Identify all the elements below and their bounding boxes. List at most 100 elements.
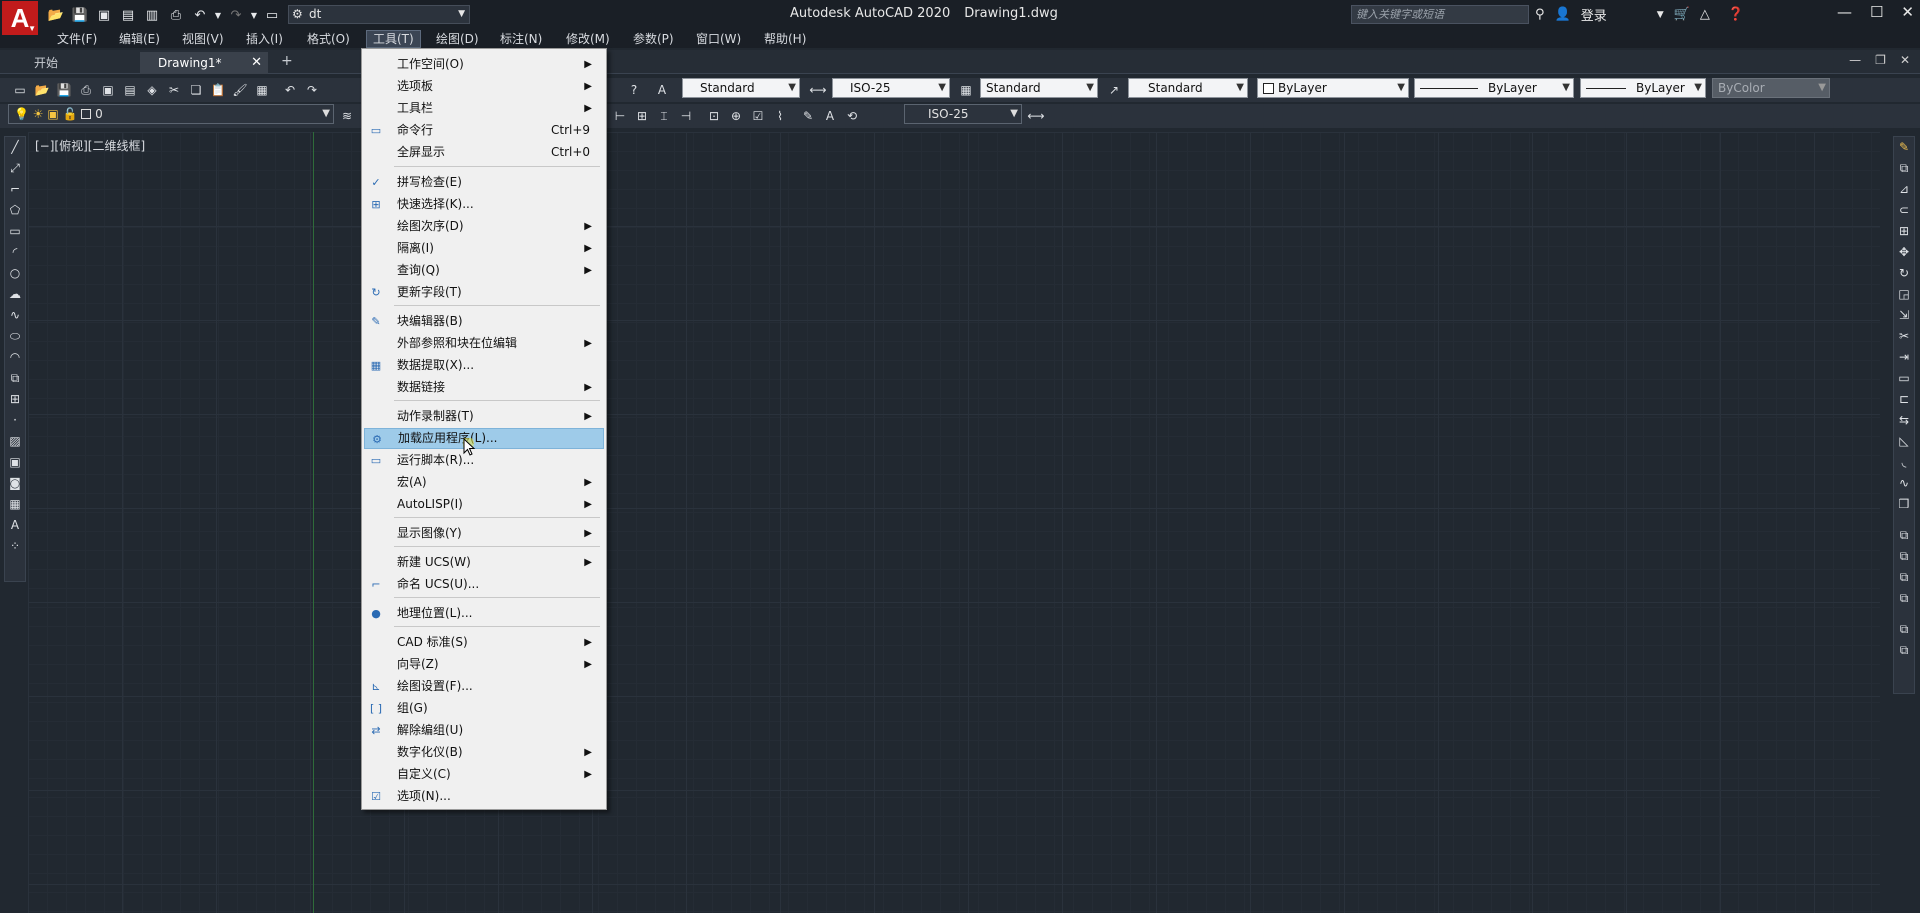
tools-menu-item[interactable]: ⚙ 加载应用程序(L)... [364, 428, 604, 449]
hatch-icon[interactable]: ▨ [5, 431, 25, 452]
dim-baseline-icon[interactable]: ⊢ [610, 107, 630, 125]
mleader-style-icon[interactable]: ↗ [1104, 81, 1124, 99]
close-icon[interactable]: ✕ [1901, 3, 1914, 21]
save-icon[interactable]: 💾 [54, 81, 74, 99]
application-menu-button[interactable]: A ▼ [2, 1, 38, 35]
tools-menu-item[interactable]: 新建 UCS(W) ▶ [364, 552, 604, 573]
join-icon[interactable]: ⇆ [1894, 410, 1914, 431]
color-select[interactable]: ByLayer ▼ [1257, 78, 1409, 98]
menu-insert[interactable]: 插入(I) [240, 30, 289, 48]
array-icon[interactable]: ⊞ [1894, 221, 1914, 242]
redo-dropdown-icon[interactable]: ▼ [250, 5, 258, 25]
copy-icon[interactable]: ❏ [186, 81, 206, 99]
dim-space-icon[interactable]: ⌶ [654, 107, 674, 125]
undo-icon[interactable]: ↶ [190, 5, 210, 25]
tools-menu-item[interactable]: CAD 标准(S) ▶ [364, 632, 604, 653]
redo-icon[interactable]: ↷ [302, 81, 322, 99]
jogged-linear-icon[interactable]: ⌇ [770, 107, 790, 125]
login-button[interactable]: 登录 [1581, 5, 1607, 24]
draworder-front-icon[interactable]: ⧉ [1894, 525, 1914, 546]
redo-icon[interactable]: ↷ [226, 5, 246, 25]
tools-menu-item[interactable]: 选项板 ▶ [364, 76, 604, 97]
menu-edit[interactable]: 编辑(E) [113, 30, 166, 48]
new-icon[interactable]: ▭ [10, 81, 30, 99]
dim-update-icon[interactable]: ⟲ [842, 107, 862, 125]
text-front-icon[interactable]: ⧉ [1894, 619, 1914, 640]
arc-icon[interactable]: ◜ [5, 242, 25, 263]
linetype-select[interactable]: ByLayer ▼ [1414, 78, 1574, 98]
tools-menu-item[interactable]: 隔离(I) ▶ [364, 238, 604, 259]
make-block-icon[interactable]: ⊞ [5, 389, 25, 410]
tools-menu-item[interactable]: ↻ 更新字段(T) [364, 282, 604, 303]
offset-icon[interactable]: ⊂ [1894, 200, 1914, 221]
help-icon[interactable]: ? [624, 81, 644, 99]
save-as-icon[interactable]: ▣ [94, 5, 114, 25]
text-style-icon[interactable]: A [652, 81, 672, 99]
tools-menu-item[interactable]: 数据链接 ▶ [364, 377, 604, 398]
tools-menu-item[interactable]: ▭ 运行脚本(R)... [364, 450, 604, 471]
menu-file[interactable]: 文件(F) [51, 30, 103, 48]
drawing-minimize-icon[interactable]: — [1849, 53, 1861, 67]
inspect-icon[interactable]: ☑ [748, 107, 768, 125]
3d-print-icon[interactable]: ◈ [142, 81, 162, 99]
dim-text-edit-icon[interactable]: A [820, 107, 840, 125]
text-style-select[interactable]: Standard ▼ [682, 78, 800, 98]
ellipse-icon[interactable]: ⬭ [5, 326, 25, 347]
tools-menu-item[interactable]: ✎ 块编辑器(B) [364, 311, 604, 332]
menu-modify[interactable]: 修改(M) [560, 30, 616, 48]
tools-menu-item[interactable]: ⌐ 命名 UCS(U)... [364, 574, 604, 595]
viewport-controls[interactable]: [−][俯视][二维线框] [35, 137, 145, 154]
menu-help[interactable]: 帮助(H) [758, 30, 812, 48]
a360-icon[interactable]: △ [1700, 7, 1710, 22]
block-editor-icon[interactable]: ▦ [252, 81, 272, 99]
plot-preview-icon[interactable]: ▣ [98, 81, 118, 99]
workspace-select[interactable]: ⚙ dt ▼ [288, 5, 470, 24]
blend-curves-icon[interactable]: ∿ [1894, 473, 1914, 494]
tools-menu-item[interactable]: 工具栏 ▶ [364, 98, 604, 119]
construction-line-icon[interactable]: ⤢ [5, 158, 25, 179]
search-input[interactable]: 键入关键字或短语 [1351, 5, 1529, 24]
tools-menu-item[interactable]: ☑ 选项(N)... [364, 786, 604, 807]
tab-drawing1[interactable]: Drawing1* ✕ [140, 52, 268, 74]
erase-icon[interactable]: ✎ [1894, 137, 1914, 158]
break-icon[interactable]: ⊏ [1894, 389, 1914, 410]
polygon-icon[interactable]: ⬠ [5, 200, 25, 221]
menu-draw[interactable]: 绘图(D) [430, 30, 485, 48]
user-icon[interactable]: 👤 [1555, 7, 1571, 22]
point-icon[interactable]: · [5, 410, 25, 431]
tolerance-icon[interactable]: ⊡ [704, 107, 724, 125]
break-at-point-icon[interactable]: ▭ [1894, 368, 1914, 389]
menu-view[interactable]: 视图(V) [176, 30, 230, 48]
menu-format[interactable]: 格式(O) [301, 30, 356, 48]
drawing-close-icon[interactable]: ✕ [1900, 53, 1910, 67]
gradient-icon[interactable]: ▣ [5, 452, 25, 473]
tab-start[interactable]: 开始 [16, 52, 76, 74]
plot-icon[interactable]: ⎙ [76, 81, 96, 99]
login-dropdown-icon[interactable]: ▼ [1657, 10, 1664, 20]
dim-style-icon[interactable]: ⟷ [808, 81, 828, 99]
hatch-back-icon[interactable]: ⧉ [1894, 640, 1914, 661]
fillet-icon[interactable]: ◟ [1894, 452, 1914, 473]
tools-menu-item[interactable]: ● 地理位置(L)... [364, 603, 604, 624]
ellipse-arc-icon[interactable]: ◠ [5, 347, 25, 368]
mleader-style-select[interactable]: Standard ▼ [1128, 78, 1248, 98]
menu-parametric[interactable]: 参数(P) [627, 30, 680, 48]
tools-menu-item[interactable]: AutoLISP(I) ▶ [364, 494, 604, 515]
undo-dropdown-icon[interactable]: ▼ [214, 5, 222, 25]
table-style-select[interactable]: Standard ▼ [980, 78, 1098, 98]
plot-icon[interactable]: ⎙ [166, 5, 186, 25]
explode-icon[interactable]: ❒ [1894, 494, 1914, 515]
undo-icon[interactable]: ↶ [280, 81, 300, 99]
multiline-text-icon[interactable]: A [5, 515, 25, 536]
tools-menu-item[interactable]: 自定义(C) ▶ [364, 764, 604, 785]
move-icon[interactable]: ✥ [1894, 242, 1914, 263]
polyline-icon[interactable]: ⌐ [5, 179, 25, 200]
circle-icon[interactable]: ○ [5, 263, 25, 284]
trim-icon[interactable]: ✂ [1894, 326, 1914, 347]
dim-continue-icon[interactable]: ⊞ [632, 107, 652, 125]
scale-icon[interactable]: ◲ [1894, 284, 1914, 305]
export-icon[interactable]: ▤ [118, 5, 138, 25]
save-icon[interactable]: 💾 [70, 5, 90, 25]
tools-menu-item[interactable]: 全屏显示 Ctrl+0 [364, 142, 604, 163]
match-properties-icon[interactable]: 🖌 [230, 81, 250, 99]
